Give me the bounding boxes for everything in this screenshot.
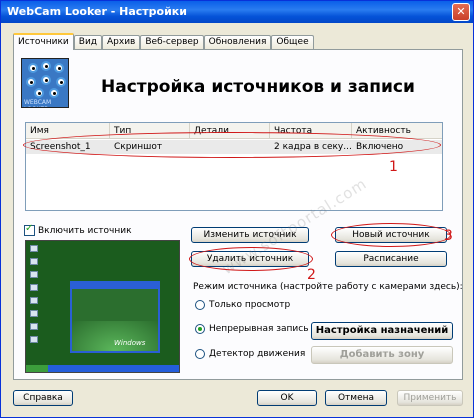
enable-source-checkbox-row[interactable]: Включить источник xyxy=(24,223,132,236)
settings-window: WebCam Looker - Настройки ✕ Источники Ви… xyxy=(0,0,474,418)
preview-taskbar xyxy=(26,365,179,372)
eye-icon xyxy=(56,77,66,87)
title-bar[interactable]: WebCam Looker - Настройки ✕ xyxy=(1,1,473,23)
annotation-number-1: 1 xyxy=(389,159,398,175)
eye-icon xyxy=(41,61,51,71)
os-logo-text: Windows xyxy=(114,339,146,347)
tab-strip: Источники Вид Архив Веб-сервер Обновлени… xyxy=(13,33,314,50)
annotation-ellipse-row xyxy=(23,132,441,158)
schedule-button[interactable]: Расписание xyxy=(335,251,447,267)
desktop-icons xyxy=(30,245,40,349)
annotation-number-2: 2 xyxy=(307,267,316,283)
enable-source-checkbox[interactable] xyxy=(24,223,35,236)
annotation-ellipse-new xyxy=(331,223,451,247)
eye-icon xyxy=(41,75,51,85)
radio-button[interactable] xyxy=(195,300,205,310)
close-icon[interactable]: ✕ xyxy=(452,3,470,21)
radio-label-view-only: Только просмотр xyxy=(209,300,291,310)
tab-web-server[interactable]: Веб-сервер xyxy=(140,35,204,50)
source-mode-label: Режим источника (настройте работу с каме… xyxy=(193,282,463,292)
page-title: Настройка источников и записи xyxy=(101,77,415,97)
source-preview: Windows xyxy=(25,240,180,373)
logo-text: WEBCAM LOOKER xyxy=(24,99,52,107)
eye-icon xyxy=(49,88,59,98)
annotation-ellipse-delete xyxy=(189,247,313,271)
eye-icon xyxy=(54,63,64,73)
tab-sources[interactable]: Источники xyxy=(13,33,74,50)
radio-motion-detector[interactable]: Детектор движения xyxy=(195,349,305,359)
ok-button[interactable]: OK xyxy=(257,390,317,406)
window-title: WebCam Looker - Настройки xyxy=(7,5,187,18)
radio-label-continuous: Непрерывная запись xyxy=(209,324,309,334)
cancel-button[interactable]: Отмена xyxy=(325,390,387,406)
annotation-number-3: 3 xyxy=(444,228,453,244)
eye-icon xyxy=(28,63,38,73)
tab-archive[interactable]: Архив xyxy=(102,35,141,50)
help-button[interactable]: Справка xyxy=(13,390,73,406)
tab-general[interactable]: Общее xyxy=(271,35,314,50)
target-settings-button[interactable]: Настройка назначений xyxy=(311,322,453,340)
radio-label-motion: Детектор движения xyxy=(209,349,306,359)
radio-continuous-recording[interactable]: Непрерывная запись xyxy=(195,324,309,334)
webcam-looker-logo: WEBCAM LOOKER xyxy=(21,58,69,108)
eye-icon xyxy=(26,77,36,87)
apply-button[interactable]: Применить xyxy=(397,390,463,406)
tab-view[interactable]: Вид xyxy=(73,35,103,50)
radio-button[interactable] xyxy=(195,349,205,359)
add-zone-button[interactable]: Добавить зону xyxy=(311,346,453,364)
enable-source-label: Включить источник xyxy=(38,225,132,236)
radio-view-only[interactable]: Только просмотр xyxy=(195,300,290,310)
radio-button-selected[interactable] xyxy=(195,324,205,334)
tab-updates[interactable]: Обновления xyxy=(203,35,272,50)
eye-icon xyxy=(34,88,44,98)
